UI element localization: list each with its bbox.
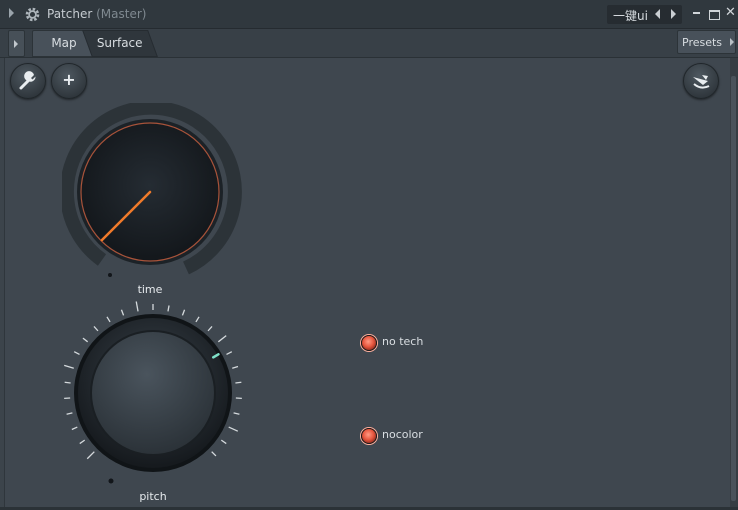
pitch-knob-tick [181, 309, 186, 316]
export-icon [693, 75, 710, 89]
pitch-knob-tick [66, 412, 73, 415]
pitch-knob-tick [226, 351, 233, 356]
presets-arrow-icon[interactable] [730, 38, 734, 46]
pitch-knob-tick [167, 305, 170, 312]
export-button[interactable] [683, 63, 719, 99]
expand-arrow-icon[interactable] [9, 8, 14, 18]
maximize-icon[interactable] [709, 10, 720, 20]
pitch-knob-cap [90, 330, 216, 456]
pitch-knob-tick [211, 451, 217, 457]
pitch-knob-label: pitch [139, 490, 167, 503]
pitch-knob-tick [217, 335, 227, 343]
pitch-knob-tick [64, 364, 74, 369]
pitch-knob-tick [82, 337, 89, 343]
close-icon[interactable]: ✕ [725, 6, 736, 20]
no-tech-label: no tech [382, 335, 424, 348]
pitch-knob-tick [71, 426, 78, 431]
no-tech-toggle[interactable] [361, 335, 377, 351]
pitch-knob-tick [207, 325, 213, 332]
gear-icon [25, 7, 40, 22]
pitch-knob-tick [64, 381, 71, 384]
scrollbar-thumb[interactable] [731, 76, 736, 501]
time-knob-label: time [137, 283, 163, 296]
pitch-knob-tick [120, 309, 125, 316]
pitch-knob-tick [232, 365, 239, 369]
time-knob[interactable] [62, 103, 242, 283]
previous-preset-icon[interactable] [655, 9, 660, 19]
pitch-knob[interactable] [56, 297, 251, 492]
wrench-button[interactable] [10, 63, 46, 99]
pitch-knob-tick [220, 439, 227, 445]
tab-surface-label: Surface [96, 36, 143, 50]
pitch-knob-tick [73, 351, 80, 356]
time-knob-min-dot [108, 273, 112, 277]
tab-menu-button[interactable] [8, 30, 25, 57]
add-label: + [62, 70, 76, 89]
pitch-knob-tick [228, 426, 239, 432]
window-title: Patcher (Master) [47, 7, 146, 21]
pitch-knob-min-dot [108, 478, 114, 484]
pitch-knob-tick [235, 381, 242, 384]
tab-surface[interactable]: Surface [82, 30, 158, 57]
pitch-knob-tick [195, 316, 200, 323]
pitch-knob-tick [135, 301, 139, 312]
nocolor-toggle[interactable] [361, 428, 377, 444]
minimize-icon[interactable] [691, 7, 703, 19]
nocolor-label: nocolor [382, 428, 423, 441]
pitch-knob-tick [79, 439, 86, 445]
preset-name: 一键ui [613, 9, 648, 23]
next-preset-icon[interactable] [671, 9, 676, 19]
pitch-knob-tick [106, 316, 111, 323]
pitch-knob-tick [93, 325, 99, 332]
add-button[interactable]: + [51, 63, 87, 99]
window-title-subtitle: (Master) [96, 7, 147, 21]
wrench-icon [19, 71, 36, 90]
window-title-name: Patcher [47, 7, 93, 21]
pitch-knob-tick [86, 451, 95, 460]
pitch-knob-tick [233, 412, 240, 415]
presets-button[interactable]: Presets [677, 30, 736, 54]
